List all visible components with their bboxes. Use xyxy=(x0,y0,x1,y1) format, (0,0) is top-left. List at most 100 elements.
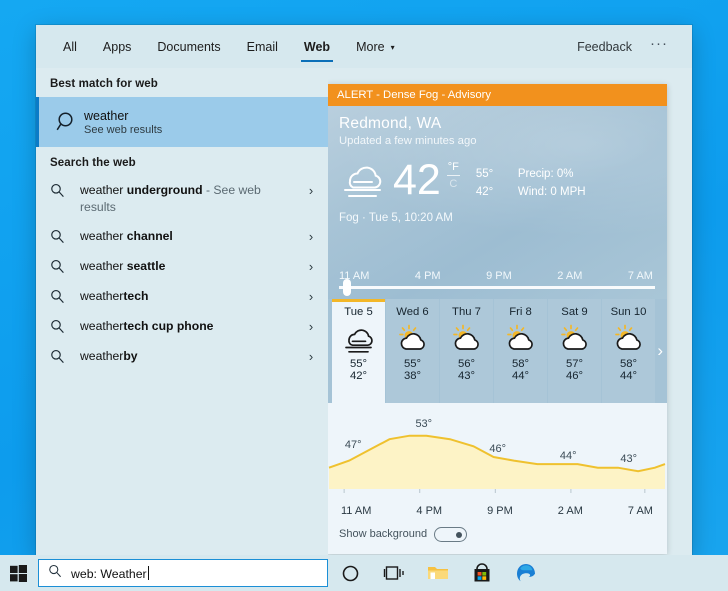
day-high: 58° xyxy=(620,358,637,370)
weather-hero: Redmond, WA Updated a few minutes ago xyxy=(328,106,667,299)
weather-condition-line: Fog · Tue 5, 10:20 AM xyxy=(339,212,655,224)
search-results-column: Best match for web weather See web resul… xyxy=(36,68,328,555)
tabbar-spacer xyxy=(408,25,566,68)
weather-time-scrubber[interactable]: 11 AM4 PM9 PM2 AM7 AM xyxy=(339,270,655,289)
search-icon xyxy=(50,222,80,249)
current-conditions-row: 42 °F C 55° Precip: 0% xyxy=(339,159,655,204)
chevron-right-icon[interactable]: › xyxy=(300,282,322,304)
search-icon xyxy=(50,252,80,279)
weather-alert-bar[interactable]: ALERT - Dense Fog - Advisory xyxy=(328,84,667,106)
web-suggestion-label: weathertech xyxy=(80,282,300,311)
weather-card-footer: Show background xyxy=(328,517,667,551)
unit-fahrenheit[interactable]: °F xyxy=(448,161,459,173)
unit-divider xyxy=(447,175,460,176)
day-low: 46° xyxy=(566,370,583,382)
scrubber-tick-label: 2 AM xyxy=(557,270,582,282)
daily-next-chevron-icon[interactable]: › xyxy=(657,341,663,361)
search-filter-tabbar: All Apps Documents Email Web More ▾ Feed… xyxy=(36,25,692,68)
chevron-right-icon[interactable]: › xyxy=(300,176,322,198)
day-low: 44° xyxy=(620,370,637,382)
search-icon xyxy=(50,176,80,203)
day-low: 38° xyxy=(404,370,421,382)
hourly-temperature-chart: 47°53°46°44°43° xyxy=(328,403,667,503)
day-name: Sun 10 xyxy=(611,306,647,318)
best-match-title: weather xyxy=(84,109,162,123)
daily-forecast-day[interactable]: Sat 957°46° xyxy=(548,299,601,403)
chart-axis-label: 11 AM xyxy=(341,505,371,517)
weather-location: Redmond, WA xyxy=(339,115,655,133)
web-suggestion-label: weathertech cup phone xyxy=(80,312,300,341)
tab-documents[interactable]: Documents xyxy=(144,25,233,68)
best-match-result[interactable]: weather See web results xyxy=(36,97,328,147)
chart-value-label: 43° xyxy=(620,453,637,465)
current-temperature: 42 xyxy=(393,159,441,201)
show-background-toggle[interactable] xyxy=(434,527,467,542)
fog-icon xyxy=(342,321,376,357)
web-suggestion-item[interactable]: weather channel› xyxy=(36,222,328,252)
fog-icon xyxy=(339,159,391,204)
edge-browser-icon[interactable] xyxy=(504,555,548,591)
daily-forecast-day[interactable]: Wed 655°38° xyxy=(386,299,439,403)
partly-sunny-icon xyxy=(558,321,592,357)
taskbar-search-input[interactable]: web: Weather xyxy=(38,559,328,587)
tab-web[interactable]: Web xyxy=(291,25,343,68)
task-view-icon[interactable] xyxy=(372,555,416,591)
chevron-right-icon[interactable]: › xyxy=(300,342,322,364)
tab-email[interactable]: Email xyxy=(234,25,291,68)
cortana-icon[interactable] xyxy=(328,555,372,591)
scrubber-tick-label: 9 PM xyxy=(486,270,512,282)
file-explorer-icon[interactable] xyxy=(416,555,460,591)
microsoft-store-icon[interactable] xyxy=(460,555,504,591)
scrubber-tick-label: 4 PM xyxy=(415,270,441,282)
tab-apps[interactable]: Apps xyxy=(90,25,145,68)
selection-accent-bar xyxy=(36,97,39,147)
partly-sunny-icon xyxy=(612,321,646,357)
chevron-right-icon[interactable]: › xyxy=(300,312,322,334)
daily-forecast-day[interactable]: Tue 555°42° xyxy=(332,299,385,403)
unit-celsius[interactable]: C xyxy=(449,178,457,190)
search-icon xyxy=(50,312,80,339)
daily-forecast-day[interactable]: Fri 858°44° xyxy=(494,299,547,403)
chart-tick-marks xyxy=(344,489,645,493)
web-suggestion-item[interactable]: weathertech cup phone› xyxy=(36,312,328,342)
weather-card: ALERT - Dense Fog - Advisory Redmond, WA… xyxy=(328,84,667,554)
search-the-web-heading: Search the web xyxy=(36,147,328,176)
toggle-knob xyxy=(456,532,462,538)
web-suggestion-item[interactable]: weather underground - See web results› xyxy=(36,176,328,222)
chart-axis-labels: 11 AM4 PM9 PM2 AM7 AM xyxy=(328,503,667,517)
day-high: 58° xyxy=(512,358,529,370)
web-suggestion-item[interactable]: weatherby› xyxy=(36,342,328,372)
web-suggestion-label: weather channel xyxy=(80,222,300,251)
taskbar-search-value: web: Weather xyxy=(71,567,147,581)
chevron-right-icon[interactable]: › xyxy=(300,222,322,244)
web-suggestion-item[interactable]: weathertech› xyxy=(36,282,328,312)
web-suggestion-list: weather underground - See web results›we… xyxy=(36,176,328,372)
chevron-right-icon[interactable]: › xyxy=(300,252,322,274)
scrubber-thumb[interactable] xyxy=(343,279,351,296)
day-name: Tue 5 xyxy=(344,306,372,318)
tab-label: More xyxy=(356,40,384,54)
weather-precip: Precip: 0% xyxy=(518,165,574,183)
feedback-button[interactable]: Feedback xyxy=(565,25,644,68)
tab-more[interactable]: More ▾ xyxy=(343,25,408,68)
best-match-subtitle: See web results xyxy=(84,124,162,136)
day-high: 55° xyxy=(404,358,421,370)
partly-sunny-icon xyxy=(504,321,538,357)
partly-sunny-icon xyxy=(396,321,430,357)
web-suggestion-item[interactable]: weather seattle› xyxy=(36,252,328,282)
overflow-menu-icon[interactable]: ··· xyxy=(644,25,678,68)
windows-logo-icon[interactable] xyxy=(0,555,36,591)
weather-hero-inner: Redmond, WA Updated a few minutes ago xyxy=(328,106,667,224)
tab-all[interactable]: All xyxy=(50,25,90,68)
feedback-label: Feedback xyxy=(577,40,632,54)
chart-value-label: 46° xyxy=(489,443,506,455)
daily-forecast-day[interactable]: Thu 756°43° xyxy=(440,299,493,403)
tab-label: Web xyxy=(304,40,330,54)
text-cursor xyxy=(148,566,149,580)
day-high: 55° xyxy=(350,358,367,370)
daily-forecast-day[interactable]: Sun 10 58°44° xyxy=(602,299,655,403)
unit-toggle[interactable]: °F C xyxy=(447,161,460,190)
search-icon xyxy=(48,564,62,583)
day-name: Fri 8 xyxy=(509,306,532,318)
scrubber-track[interactable] xyxy=(339,286,655,289)
